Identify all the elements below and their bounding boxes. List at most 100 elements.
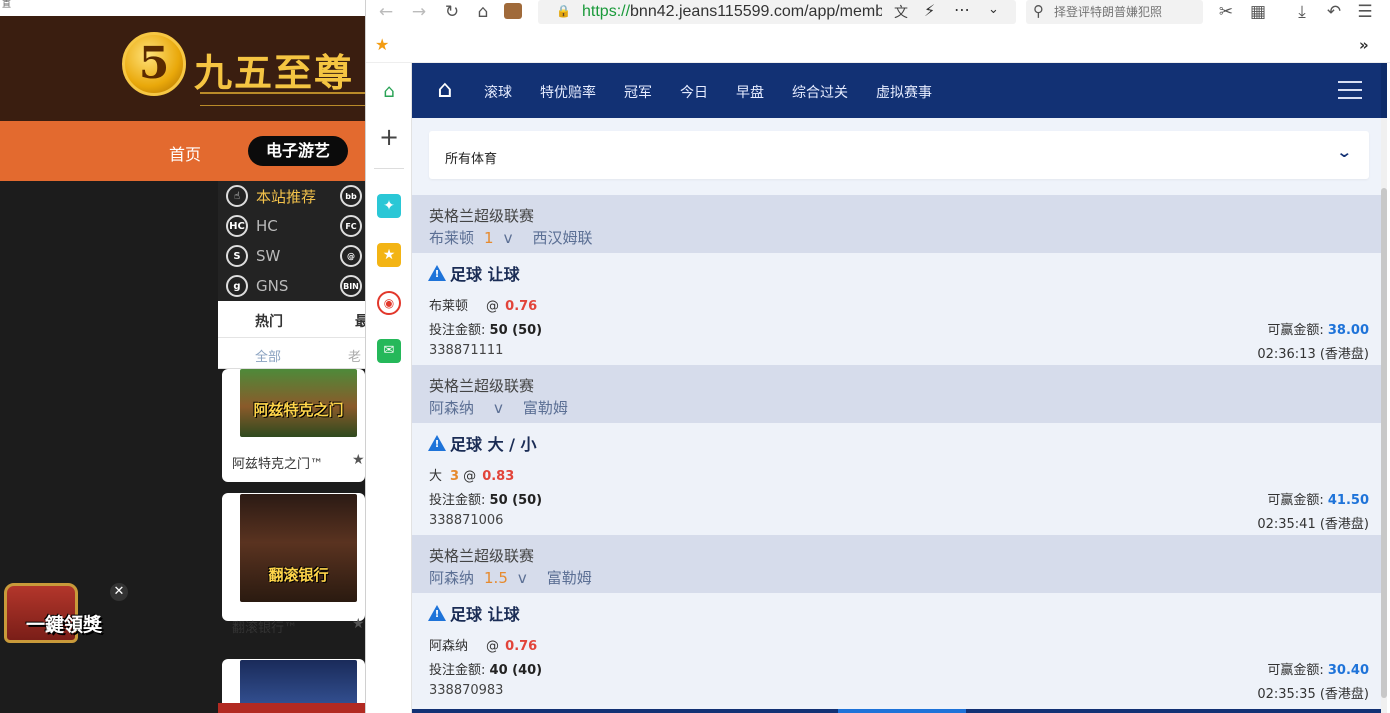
address-bar[interactable]: 🔒 https://bnn42.jeans115599.com/app/memb… [538,0,1016,24]
search-icon[interactable]: ⚲ [1033,2,1044,20]
hamburger-line [1338,81,1362,83]
side-weibo-icon[interactable]: ◉ [377,291,401,315]
bg-tab-classic[interactable]: 老 [348,346,361,365]
chevron-down-icon[interactable]: ⌄ [1337,143,1353,161]
side-add-icon[interactable]: + [377,125,401,149]
bg-tab-all[interactable]: 全部 [255,346,281,365]
bg-nav-egame-link[interactable]: 电子游艺 [248,136,348,166]
thumbnail-title: 阿兹特克之门 [253,401,344,419]
bookmarks-bar: ★ » [366,25,1390,63]
bbin-icon[interactable]: BIN [340,275,362,297]
bet-potential-win: 可赢金额: 38.00 [1267,319,1369,338]
bet-match-header: 英格兰超级联赛 阿森纳 v 富勒姆 [412,365,1387,423]
sports-filter-select[interactable]: 所有体育 ⌄ [429,131,1369,179]
side-home-icon[interactable]: ⌂ [377,80,401,104]
undo-icon[interactable]: ↶ [1323,1,1345,23]
bb-icon[interactable]: bb [340,185,362,207]
home-team: 布莱顿 [429,229,475,247]
grid-icon[interactable]: ▦ [1247,1,1269,23]
bet-odds: 0.76 [505,299,538,314]
forward-icon[interactable]: → [408,1,430,23]
logo-flourish [200,92,365,106]
url-text[interactable]: https://bnn42.jeans115599.com/app/member [582,2,882,22]
warning-icon: ! [428,435,446,451]
league-name: 英格兰超级联赛 [429,207,535,225]
fc-icon[interactable]: FC [340,215,362,237]
bonus-chest-label[interactable]: 一鍵領獎 [26,610,102,637]
bonus-chest-popup[interactable]: 一鍵領獎 ✕ [0,575,128,650]
page-scrollbar[interactable] [1381,118,1387,713]
scrollbar-thumb[interactable] [1381,188,1387,698]
side-app-clover-icon[interactable]: ✦ [377,194,401,218]
nav-tab-today[interactable]: 今日 [680,82,708,102]
nav-tab-parlay[interactable]: 综合过关 [792,82,848,102]
wallet-icon[interactable] [504,3,522,19]
game-card[interactable]: 翻滚银行 翻滚银行™ ★ [222,493,365,636]
divider [374,168,404,169]
bg-menu-item[interactable]: g GNS BIN [226,272,362,300]
translate-icon[interactable]: 文 [894,2,908,22]
bet-potential-win: 可赢金额: 41.50 [1267,489,1369,508]
bg-nav-home-link[interactable]: 首页 [169,141,201,165]
bet-type: ! 足球 让球 [428,601,520,625]
bet-detail[interactable]: ! 足球 大 / 小 大 3 @ 0.83 投注金额: 50 (50) 可赢金额: 4… [412,423,1387,535]
league-name: 英格兰超级联赛 [429,377,535,395]
hamburger-menu-icon[interactable] [1338,79,1362,101]
bet-list: 英格兰超级联赛 布莱顿 1 v 西汉姆联 ! 足球 让球 布莱顿 @ 0.76 投注金额:… [412,195,1387,705]
league-name: 英格兰超级联赛 [429,547,535,565]
bet-match-header: 英格兰超级联赛 布莱顿 1 v 西汉姆联 [412,195,1387,253]
back-icon[interactable]: ← [375,1,397,23]
download-icon[interactable]: ⤓ [1291,1,1313,23]
search-input[interactable] [1054,3,1199,21]
bg-nav-bar: 首页 电子游艺 [0,121,365,181]
more-icon[interactable]: ⋯ [954,0,970,19]
bg-menu-item[interactable]: S SW @ [226,242,362,270]
vs-label: v [503,229,513,247]
casino-logo-icon[interactable]: 5 [122,32,186,96]
bet-type-label: 足球 让球 [450,265,520,284]
game-thumbnail[interactable]: 翻滚银行 [240,494,357,602]
nav-tab-virtual[interactable]: 虚拟赛事 [876,82,932,102]
lock-icon[interactable]: 🔒 [556,4,571,19]
bookmarks-overflow-button[interactable]: » [1359,36,1369,54]
game-thumbnail[interactable]: 阿兹特克之门 [240,369,357,437]
bg-bottom-bar [218,703,365,713]
nav-tab-outright[interactable]: 冠军 [624,82,652,102]
favorite-star-icon[interactable]: ★ [352,616,365,632]
casino-logo-text[interactable]: 九五至尊 [194,42,354,97]
menu-icon[interactable]: ☰ [1354,1,1376,23]
sports-filter-value: 所有体育 [445,152,498,167]
swirl-icon[interactable]: @ [340,245,362,267]
bet-selection: 阿森纳 @ 0.76 [429,635,537,654]
search-box[interactable]: ⚲ [1026,0,1203,24]
star-icon[interactable]: ★ [375,35,389,54]
hamburger-line [1338,89,1362,91]
home-team: 阿森纳 [429,399,475,417]
nav-home-icon[interactable]: ⌂ [432,76,458,102]
bg-menu-item[interactable]: ☝ 本站推荐 bb [226,182,362,210]
nav-tab-special-odds[interactable]: 特优赔率 [540,82,596,102]
side-favorites-star-icon[interactable]: ★ [377,243,401,267]
bolt-icon[interactable]: ⚡ [924,1,935,20]
favorite-star-icon[interactable]: ★ [352,452,365,468]
chevron-down-icon[interactable]: ⌄ [988,2,999,17]
bg-tab-latest[interactable]: 最 [355,311,365,331]
home-icon[interactable]: ⌂ [472,1,494,23]
bg-tab-hot[interactable]: 热门 [255,311,283,331]
reload-icon[interactable]: ↻ [441,1,463,23]
bet-detail[interactable]: ! 足球 让球 阿森纳 @ 0.76 投注金额: 40 (40) 可赢金额: 30.… [412,593,1387,705]
bet-detail[interactable]: ! 足球 让球 布莱顿 @ 0.76 投注金额: 50 (50) 可赢金额: 38.… [412,253,1387,365]
away-team: 富勒姆 [546,569,592,587]
bg-top-strip: 直 [0,0,365,16]
away-team: 西汉姆联 [532,229,593,247]
nav-tab-live[interactable]: 滚球 [484,82,512,102]
win-value: 38.00 [1327,323,1369,338]
nav-tab-early[interactable]: 早盘 [736,82,764,102]
scissors-icon[interactable]: ✂ [1215,1,1237,23]
close-icon[interactable]: ✕ [110,583,128,601]
game-card[interactable]: 阿兹特克之门 阿兹特克之门™ ★ [222,369,365,482]
bg-menu-item[interactable]: HC HC FC [226,212,362,240]
bet-selection: 布莱顿 @ 0.76 [429,295,537,314]
side-mail-icon[interactable]: ✉ [377,339,401,363]
win-value: 41.50 [1327,493,1369,508]
